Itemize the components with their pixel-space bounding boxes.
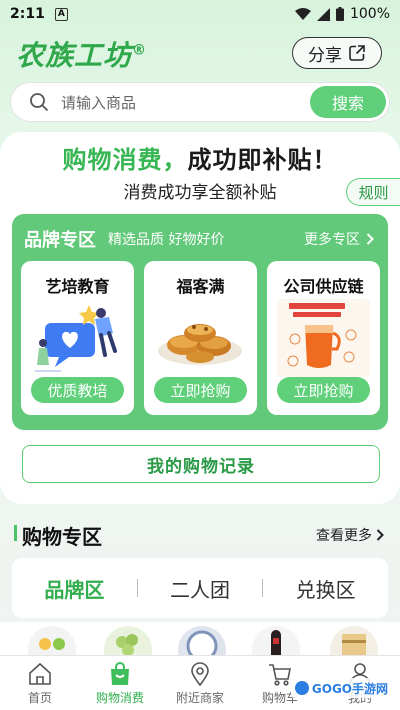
search-bar: 请输入商品 搜索 [10, 82, 390, 122]
home-icon [29, 662, 51, 685]
more-zones-link[interactable]: 更多专区 [304, 229, 374, 249]
grapes-image [116, 634, 138, 656]
brand-card-supply-chain[interactable]: 公司供应链 立即抢购 [267, 261, 380, 415]
share-label: 分享 [308, 45, 342, 66]
tab-brand-zone[interactable]: 品牌区 [12, 574, 137, 603]
tab-exchange-zone[interactable]: 兑换区 [263, 574, 388, 603]
shopping-tabs: 品牌区 二人团 兑换区 [12, 558, 388, 618]
promo-title: 购物消费，成功即补贴！ [0, 140, 400, 175]
brand-zone-panel: 品牌专区 精选品质 好物好价 更多专区 艺培教育 优质教培 福客满 立即抢购 公… [12, 214, 388, 430]
app-header: 农族工坊® 分享 [0, 32, 400, 76]
watermark-logo-icon [294, 681, 309, 695]
product-thumb[interactable] [330, 626, 378, 658]
promo-subtitle: 消费成功享全额补贴 [123, 183, 277, 203]
chevron-right-icon [376, 529, 384, 541]
signal-icon [316, 7, 330, 21]
shopping-zone-title: 购物专区 [22, 525, 102, 549]
brand-card-name: 福客满 [176, 277, 225, 296]
search-icon [30, 93, 49, 112]
notification-badge: A [54, 7, 68, 21]
brand-card-button[interactable]: 立即抢购 [277, 377, 370, 403]
nav-label: 首页 [27, 691, 52, 705]
brand-card-education[interactable]: 艺培教育 优质教培 [21, 261, 134, 415]
view-more-label: 查看更多 [316, 528, 372, 544]
education-illustration [35, 305, 117, 372]
status-bar: 2:11 A 100% [0, 0, 400, 28]
shopping-records-button[interactable]: 我的购物记录 [22, 445, 380, 483]
product-strip [0, 622, 400, 658]
chevron-right-icon [366, 233, 374, 245]
promo-title-black: 成功即补贴！ [187, 146, 338, 174]
battery-percent: 100% [349, 6, 390, 22]
cart-icon [269, 664, 291, 686]
tea-drink-ad-image [277, 299, 370, 377]
nav-shopping[interactable]: 购物消费 [80, 656, 160, 710]
wine-bottle-image [271, 630, 281, 658]
product-thumb[interactable] [104, 626, 152, 658]
product-thumb[interactable] [28, 626, 76, 658]
site-watermark: GOGO手游网 [290, 678, 392, 698]
nav-home[interactable]: 首页 [0, 656, 80, 710]
fruit-dots-image [39, 638, 65, 650]
search-input[interactable]: 请输入商品 [61, 92, 136, 113]
location-pin-icon [191, 662, 209, 687]
tab-group-buy[interactable]: 二人团 [138, 574, 263, 603]
brand-card-button[interactable]: 立即抢购 [154, 377, 247, 403]
promo-title-green: 购物消费， [62, 146, 188, 174]
nav-nearby[interactable]: 附近商家 [160, 656, 240, 710]
product-thumb[interactable] [252, 626, 300, 658]
status-time: 2:11 [10, 6, 45, 22]
brand-card-name: 艺培教育 [45, 277, 110, 296]
share-button[interactable]: 分享 [292, 37, 382, 69]
rice-bowl-image [186, 630, 218, 658]
search-button[interactable]: 搜索 [310, 86, 386, 118]
gift-box-image [342, 634, 366, 658]
status-right: 100% [294, 6, 390, 22]
view-more-link[interactable]: 查看更多 [316, 525, 384, 545]
nav-label: 购物消费 [95, 691, 144, 705]
brand-card-name: 公司供应链 [283, 277, 364, 296]
brand-zone-subtitle: 精选品质 好物好价 [108, 232, 225, 248]
wifi-icon [294, 7, 311, 20]
shopping-bag-icon [111, 662, 129, 685]
brand-card-button[interactable]: 优质教培 [31, 377, 124, 403]
product-thumb[interactable] [178, 626, 226, 658]
nav-label: 附近商家 [175, 691, 224, 705]
share-icon [349, 45, 365, 61]
brand-card-fukeman[interactable]: 福客满 立即抢购 [144, 261, 257, 415]
watermark-text: GOGO手游网 [311, 681, 388, 696]
app-logo: 农族工坊® [16, 34, 147, 74]
section-accent-bar [14, 525, 17, 541]
logo-text: 农族工坊 [16, 39, 133, 72]
battery-icon [335, 7, 344, 21]
more-zones-label: 更多专区 [304, 232, 360, 248]
logo-registered-mark: ® [132, 42, 148, 59]
rules-button[interactable]: 规则 [346, 178, 400, 206]
brand-zone-title: 品牌专区 [24, 230, 96, 251]
pastry-plate-image [158, 324, 242, 365]
